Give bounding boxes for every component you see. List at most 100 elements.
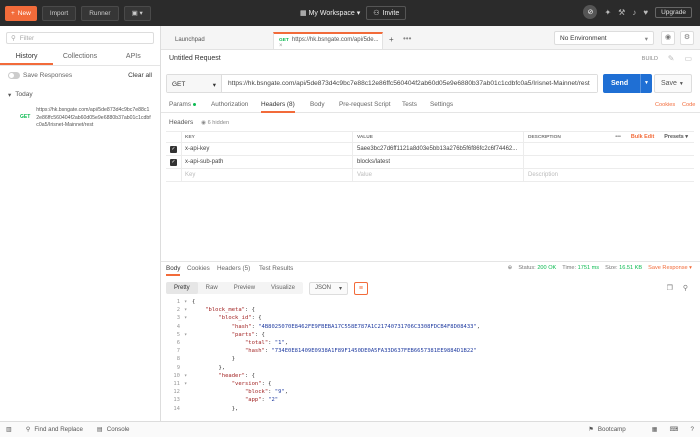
bulk-edit-link[interactable]: Bulk Edit: [631, 134, 654, 140]
view-visualize[interactable]: Visualize: [263, 282, 303, 294]
tab-history[interactable]: History: [0, 50, 54, 65]
fold-arrow-icon: [184, 405, 192, 413]
view-preview[interactable]: Preview: [226, 282, 263, 294]
header-key[interactable]: x-api-sub-path: [181, 156, 352, 168]
tab-collections[interactable]: Collections: [53, 50, 106, 65]
more-icon[interactable]: •••: [615, 134, 621, 140]
tab-params[interactable]: Params: [169, 101, 197, 108]
header-value[interactable]: 5aee3bc27d6ff1121a8d03e5bb13a276b5f6f86f…: [352, 143, 523, 155]
heart-icon[interactable]: ♥: [643, 8, 648, 17]
tab-response-body[interactable]: Body: [166, 265, 181, 276]
tab-response-cookies[interactable]: Cookies: [187, 265, 210, 272]
bootcamp-button[interactable]: ⚑ Bootcamp: [588, 426, 625, 433]
history-item[interactable]: GET https://hk.bsngate.com/api/5de873d4c…: [0, 105, 160, 130]
code-text: "block": "9",: [244, 389, 289, 396]
fold-arrow-icon[interactable]: ▾: [184, 380, 192, 388]
environment-select[interactable]: No Environment ▾: [554, 31, 654, 45]
tab-launchpad[interactable]: Launchpad: [175, 33, 205, 50]
import-button[interactable]: Import: [41, 5, 77, 21]
send-button[interactable]: Send ▼: [603, 74, 652, 93]
tab-body[interactable]: Body: [310, 101, 325, 108]
fold-arrow-icon[interactable]: ▾: [184, 306, 192, 314]
gear-icon[interactable]: ⚙: [680, 31, 694, 45]
find-replace-button[interactable]: ⚲ Find and Replace: [26, 426, 83, 433]
pencil-icon[interactable]: ✎: [668, 54, 675, 63]
new-button[interactable]: + New: [5, 5, 37, 21]
code-text: "hash": "4B8025070E8462FE9FBEBA17C558E78…: [231, 323, 481, 330]
more-tabs-icon[interactable]: •••: [403, 30, 411, 47]
search-icon[interactable]: ⚲: [683, 284, 688, 292]
sidebar-toggle-icon[interactable]: ▥: [6, 426, 12, 433]
bell-icon[interactable]: ♪: [632, 8, 636, 17]
size: Size: 16.51 KB: [605, 265, 642, 271]
view-raw[interactable]: Raw: [198, 282, 226, 294]
invite-button[interactable]: ⚇ Invite: [366, 6, 407, 20]
header-description[interactable]: [523, 143, 694, 155]
request-title[interactable]: Untitled Request: [169, 55, 221, 62]
copy-icon[interactable]: ❐: [667, 284, 673, 292]
tab-authorization[interactable]: Authorization: [211, 101, 248, 108]
upgrade-button[interactable]: Upgrade: [655, 6, 692, 18]
runner-button[interactable]: Runner: [81, 5, 119, 21]
checkbox-checked[interactable]: ✓: [170, 145, 177, 153]
value-input[interactable]: Value: [352, 169, 523, 181]
save-responses-toggle[interactable]: Save Responses: [8, 72, 72, 79]
tab-tests[interactable]: Tests: [402, 101, 417, 108]
header-value[interactable]: blocks/latest: [352, 156, 523, 168]
tab-response-headers[interactable]: Headers (5): [217, 265, 250, 272]
new-window-button[interactable]: ▣ ▾: [123, 5, 151, 21]
send-label: Send: [611, 80, 629, 87]
console-button[interactable]: ▤ Console: [97, 426, 130, 433]
sync-off-icon[interactable]: ⊘: [583, 5, 598, 19]
save-button[interactable]: Save ▼: [654, 74, 692, 93]
tab-pre-request-script[interactable]: Pre-request Script: [339, 101, 391, 108]
keyboard-icon[interactable]: ⌨: [670, 426, 679, 433]
wrap-lines-icon[interactable]: ≡: [353, 281, 368, 295]
layout-icon[interactable]: ▦: [652, 426, 658, 433]
clear-all-button[interactable]: Clear all: [128, 72, 152, 79]
method-select[interactable]: GET ▾: [167, 75, 222, 92]
tab-test-results[interactable]: Test Results: [259, 265, 293, 272]
tab-headers[interactable]: Headers (8): [261, 101, 295, 113]
add-tab-icon[interactable]: +: [389, 31, 394, 48]
fold-arrow-icon[interactable]: ▾: [184, 331, 192, 339]
line-number: 1: [176, 299, 180, 305]
header-key[interactable]: x-api-key: [181, 143, 352, 155]
comment-icon[interactable]: ▭: [684, 54, 692, 63]
tab-active-request[interactable]: GET https://hk.bsngate.com/api/5de... ×: [273, 32, 383, 49]
filter-placeholder: Filter: [19, 34, 35, 42]
help-icon[interactable]: ?: [691, 426, 694, 433]
key-input[interactable]: Key: [181, 169, 352, 181]
close-icon[interactable]: ×: [279, 43, 283, 49]
sidebar-tabs: History Collections APIs: [0, 50, 160, 66]
wrench-icon[interactable]: ⚒: [618, 8, 625, 17]
fold-arrow-icon[interactable]: ▾: [184, 298, 192, 306]
save-response-button[interactable]: Save Response ▾: [648, 265, 692, 271]
top-bar: + New Import Runner ▣ ▾ ▦ My Workspace ▾ …: [0, 0, 700, 26]
line-number: 13: [173, 397, 180, 404]
eye-icon[interactable]: ◉: [661, 31, 675, 45]
fold-arrow-icon: [184, 347, 192, 355]
filter-input[interactable]: ⚲ Filter: [6, 32, 154, 44]
satellite-icon[interactable]: ✦: [604, 8, 611, 17]
column-description: DESCRIPTION ••• Bulk Edit Presets ▾: [523, 132, 694, 142]
url-input[interactable]: https://hk.bsngate.com/api/5de873d4c9bc7…: [222, 75, 597, 92]
cookies-link[interactable]: Cookies: [655, 102, 675, 108]
hidden-headers-toggle[interactable]: ◉ 6 hidden: [201, 120, 229, 126]
fold-arrow-icon[interactable]: ▾: [184, 314, 192, 322]
format-select[interactable]: JSON ▾: [308, 281, 348, 295]
description-input[interactable]: Description: [523, 169, 694, 181]
workspace-selector[interactable]: ▦ My Workspace ▾: [300, 9, 360, 17]
tab-apis[interactable]: APIs: [107, 50, 160, 65]
code-link[interactable]: Code: [682, 102, 695, 108]
presets-dropdown[interactable]: Presets ▾: [664, 134, 688, 140]
response-body-code[interactable]: 1 ▾{2 ▾ "block_meta": {3 ▾ "block_id": {4 "…: [166, 298, 692, 420]
tab-settings[interactable]: Settings: [430, 101, 453, 108]
fold-arrow-icon[interactable]: ▾: [184, 372, 192, 380]
today-group[interactable]: ▾ Today: [0, 85, 160, 105]
toggle-switch[interactable]: [8, 72, 20, 79]
header-description[interactable]: [523, 156, 694, 168]
view-pretty[interactable]: Pretty: [166, 282, 198, 294]
chevron-down-icon[interactable]: ▼: [640, 74, 652, 93]
checkbox-checked[interactable]: ✓: [170, 158, 177, 166]
